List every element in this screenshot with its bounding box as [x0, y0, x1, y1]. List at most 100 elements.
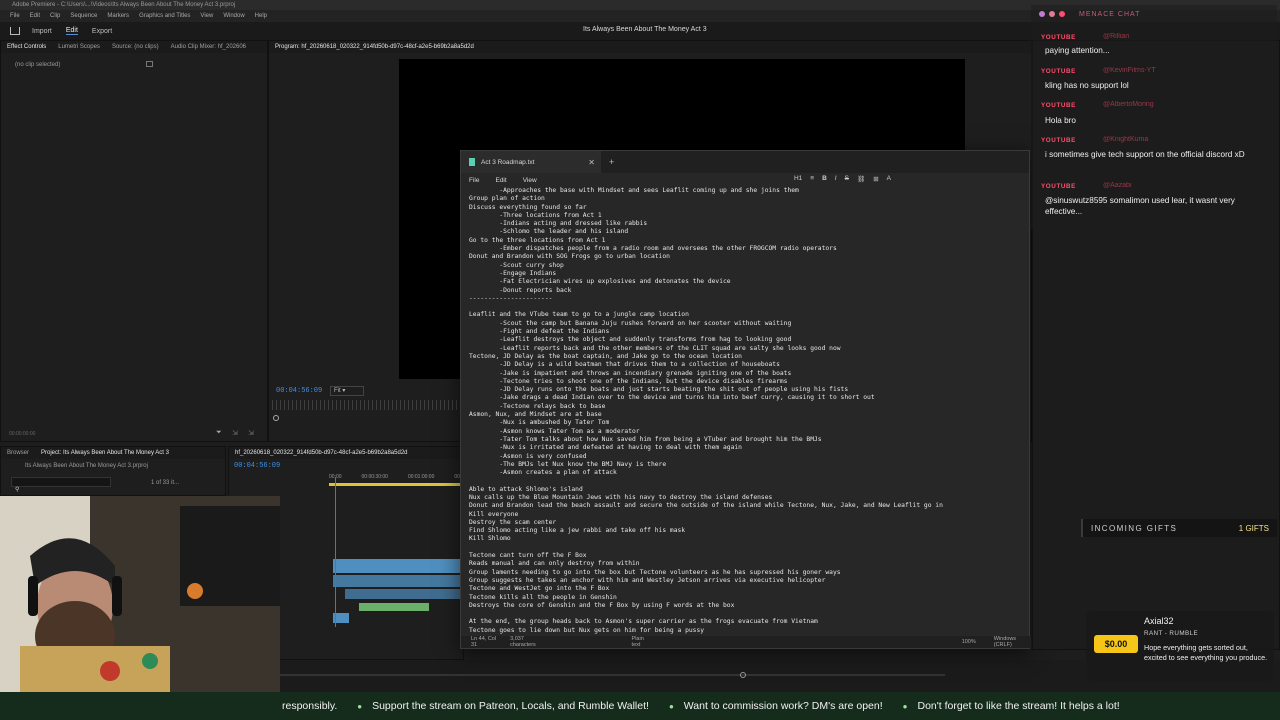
- notepad-line: [469, 610, 1023, 618]
- tab-import[interactable]: Import: [32, 28, 52, 35]
- timeline-ruler-labels: 00:00 00:00:30:00 00:01:00:00 00:01:30:0…: [329, 474, 481, 480]
- ticker-item: Don't forget to like the stream! It help…: [917, 700, 1120, 712]
- new-tab-icon[interactable]: +: [609, 157, 614, 167]
- notepad-line: At the end, the group heads back to Asmo…: [469, 618, 818, 626]
- tab-export[interactable]: Export: [92, 28, 112, 35]
- work-area-bar[interactable]: [329, 483, 463, 486]
- chat-text: @sinuswutz8595 somalimon used lear, it w…: [1045, 196, 1235, 216]
- notepad-line: -Asmon creates a plan of attack: [469, 469, 617, 477]
- notepad-line: Tectone cant turn off the F Box: [469, 552, 587, 560]
- program-playhead-handle[interactable]: [273, 415, 279, 421]
- scroll-handle[interactable]: [740, 672, 746, 678]
- ticker-item: Support the stream on Patreon, Locals, a…: [372, 700, 649, 712]
- timeline-playhead[interactable]: [335, 477, 336, 627]
- video-clip[interactable]: [333, 559, 463, 573]
- notepad-line: -Jake is impatient and throws an incendi…: [469, 369, 792, 377]
- tab-source[interactable]: Source: (no clips): [112, 44, 159, 50]
- notepad-line: -Engage Indians: [469, 269, 557, 277]
- tab-effect-controls[interactable]: Effect Controls: [7, 44, 46, 50]
- menu-sequence[interactable]: Sequence: [70, 13, 97, 19]
- menu-markers[interactable]: Markers: [107, 13, 129, 19]
- notepad-line: Group suggests he takes an anchor with h…: [469, 576, 826, 584]
- notepad-line: [469, 477, 1023, 485]
- notepad-line: Tectone kills all the people in Genshin: [469, 593, 617, 601]
- notepad-line: [469, 303, 1023, 311]
- audio-clip[interactable]: [359, 603, 429, 611]
- tab-project[interactable]: Project: Its Always Been About The Money…: [41, 450, 169, 456]
- chat-username: @Rillian: [1103, 33, 1130, 40]
- settings-icon[interactable]: ⇲: [248, 429, 254, 437]
- project-panel: Browser Project: Its Always Been About T…: [0, 446, 226, 496]
- menu-graphics[interactable]: Graphics and Titles: [139, 13, 190, 19]
- tab-lumetri-scopes[interactable]: Lumetri Scopes: [58, 44, 100, 50]
- notepad-line: -Leaflit destroys the object and suddenl…: [469, 336, 792, 344]
- notepad-line: -Nux is ambushed by Tater Tom: [469, 419, 610, 427]
- filter-icon[interactable]: ⏷: [216, 429, 222, 437]
- platform-label: YOUTUBE: [1041, 34, 1076, 41]
- strikethrough-button[interactable]: S: [845, 175, 849, 183]
- notepad-menu-file[interactable]: File: [469, 177, 479, 184]
- menu-window[interactable]: Window: [223, 13, 244, 19]
- bold-button[interactable]: B: [822, 175, 827, 183]
- menu-view[interactable]: View: [200, 13, 213, 19]
- ticker-bullet-icon: ●: [668, 701, 674, 711]
- notepad-line: ----------------------: [469, 294, 553, 302]
- char-count: 3,037 characters: [510, 636, 536, 648]
- program-timecode[interactable]: 00:04:56:09: [276, 387, 322, 395]
- notepad-line: Tectone and WestJet go into the F Box: [469, 585, 610, 593]
- table-icon[interactable]: ⊞: [873, 175, 878, 183]
- export-icon[interactable]: ⇲: [232, 429, 238, 437]
- status-dot: [1039, 11, 1045, 17]
- tab-edit[interactable]: Edit: [65, 27, 78, 35]
- video-clip[interactable]: [333, 575, 463, 587]
- notepad-line: Nux calls up the Blue Mountain Jews with…: [469, 493, 773, 501]
- chat-username: @Aazabi: [1103, 182, 1132, 189]
- program-scrub-ruler[interactable]: [272, 400, 462, 410]
- notepad-line: Destroys the core of Genshin and the F B…: [469, 601, 735, 609]
- rant-source: RANT - RUMBLE: [1144, 630, 1199, 637]
- panel-menu-icon[interactable]: [146, 61, 153, 67]
- notepad-menu-view[interactable]: View: [523, 177, 537, 184]
- tab-audio-clip-mixer[interactable]: Audio Clip Mixer: hf_202606: [171, 44, 246, 50]
- rant-username: Axial32: [1144, 616, 1174, 626]
- notepad-line: Group plan of action: [469, 195, 545, 203]
- notepad-line: -Ember dispatches people from a radio ro…: [469, 245, 837, 253]
- menu-clip[interactable]: Clip: [50, 13, 60, 19]
- menu-help[interactable]: Help: [255, 13, 267, 19]
- document-icon: [469, 158, 475, 166]
- timeline-tab[interactable]: hf_20260618_020322_914fd50b-d97c-48cf-a2…: [235, 450, 408, 456]
- timeline-scrollbar[interactable]: [280, 674, 945, 676]
- chat-text: Hola bro: [1045, 116, 1076, 125]
- notepad-line: -JD Delay runs onto the boats and just s…: [469, 386, 849, 394]
- close-tab-icon[interactable]: ✕: [588, 158, 595, 167]
- notepad-line: -Indians acting and dressed like rabbis: [469, 220, 648, 228]
- notepad-menu-edit[interactable]: Edit: [495, 177, 506, 184]
- text-format: Plain text: [631, 636, 644, 648]
- audio-clip[interactable]: [345, 589, 463, 599]
- search-icon: ⚲: [15, 487, 20, 493]
- menu-edit[interactable]: Edit: [30, 13, 40, 19]
- heading-button[interactable]: H1: [794, 175, 802, 183]
- tab-browser[interactable]: Browser: [7, 450, 29, 456]
- notepad-line: Reads manual and can only destroy from w…: [469, 560, 640, 568]
- program-tab[interactable]: Program: hf_20260618_020322_914fd50b-d97…: [275, 44, 474, 50]
- notepad-line: Kill everyone: [469, 510, 519, 518]
- menu-file[interactable]: File: [10, 13, 20, 19]
- notepad-menu: File Edit View H1 ≡ B I S ⛓ ⊞ A: [461, 173, 1029, 187]
- notepad-line: Kill Shlomo: [469, 535, 511, 543]
- notepad-text-area[interactable]: -Approaches the base with Mindset and se…: [461, 187, 1031, 637]
- link-icon[interactable]: ⛓: [857, 175, 865, 183]
- list-button[interactable]: ≡: [810, 175, 814, 183]
- notepad-tab[interactable]: Act 3 Roadmap.txt ✕: [461, 151, 601, 173]
- ruler-label: 00:01:00:00: [407, 474, 435, 480]
- project-file-item[interactable]: Its Always Been About The Money Act 3.pr…: [25, 463, 148, 469]
- notepad-line: Find Shlomo acting like a jew rabbi and …: [469, 527, 686, 535]
- italic-button[interactable]: I: [835, 175, 837, 183]
- clear-format-icon[interactable]: A: [887, 175, 891, 183]
- os-title: Adobe Premiere - C:\Users\...\Videos\Its…: [12, 2, 236, 8]
- left-timecode: 00:00:00:00: [9, 431, 36, 437]
- zoom-fit-select[interactable]: Fit ▾: [330, 386, 364, 396]
- home-icon[interactable]: [10, 27, 20, 35]
- project-search-input[interactable]: ⚲: [11, 477, 111, 493]
- timeline-timecode[interactable]: 00:04:56:09: [234, 462, 280, 470]
